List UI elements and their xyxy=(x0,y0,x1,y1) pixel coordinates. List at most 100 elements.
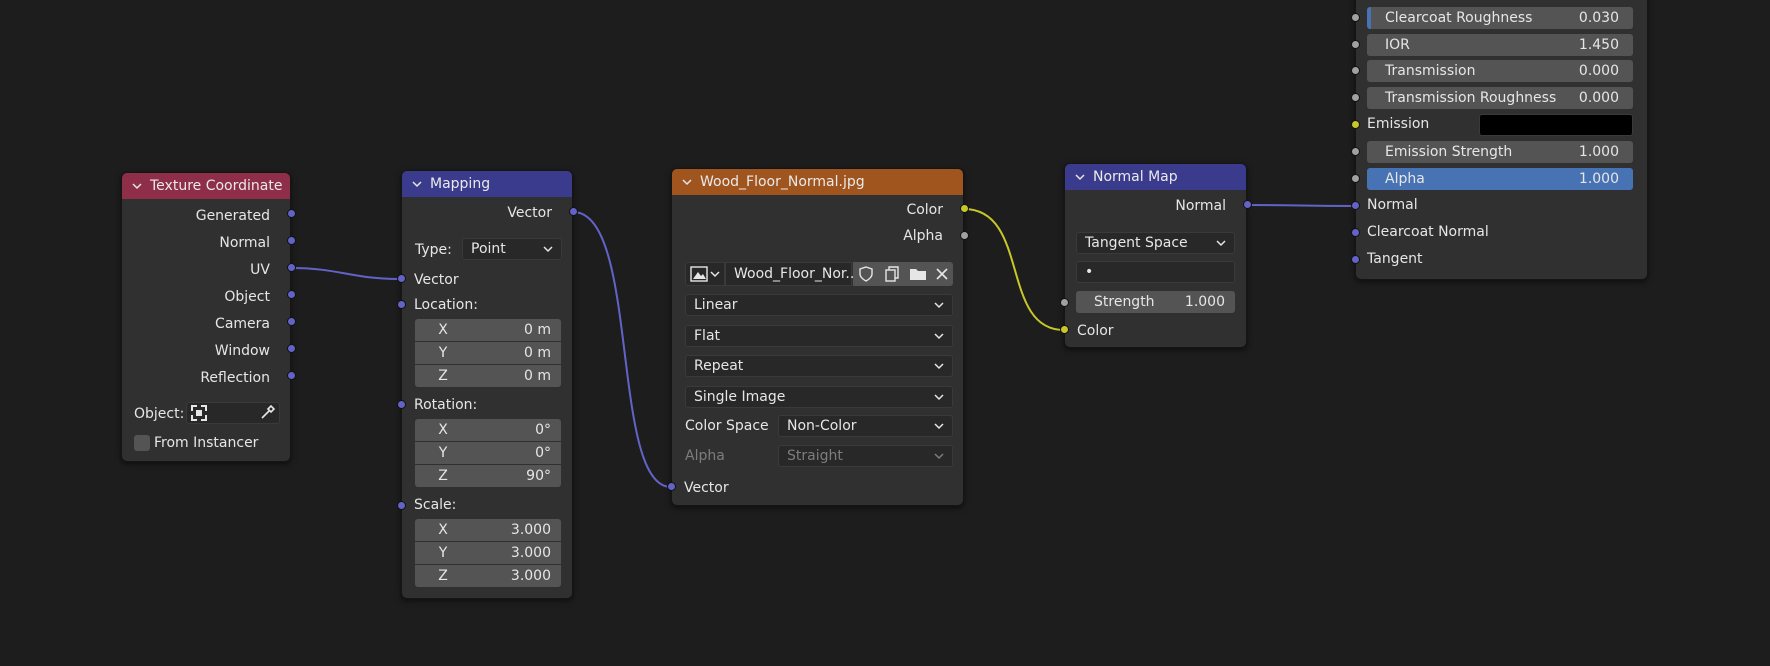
socket-label: Scale: xyxy=(414,497,457,513)
emission-strength-field[interactable]: Emission Strength 1.000 xyxy=(1367,141,1633,163)
socket-transmission-roughness[interactable] xyxy=(1351,93,1360,102)
location-y-field[interactable]: Y 0 m xyxy=(415,342,561,364)
socket-clearcoat-normal[interactable] xyxy=(1351,228,1360,237)
socket-reflection[interactable] xyxy=(287,371,296,380)
texture-coordinate-node[interactable]: Texture Coordinate Generated Normal UV O… xyxy=(121,172,291,462)
socket-scale[interactable] xyxy=(397,501,406,510)
mapping-node[interactable]: Mapping Vector Type: Point Vector Locati… xyxy=(401,170,573,599)
socket-alpha[interactable] xyxy=(1351,174,1360,183)
fake-user-button[interactable] xyxy=(853,262,879,286)
scale-z-field[interactable]: Z 3.000 xyxy=(415,565,561,587)
folder-icon xyxy=(910,269,926,280)
socket-normalmap-color[interactable] xyxy=(1060,325,1069,334)
object-picker[interactable] xyxy=(186,402,280,424)
socket-normal[interactable] xyxy=(287,236,296,245)
socket-uv[interactable] xyxy=(287,263,296,272)
chevron-down-icon[interactable] xyxy=(412,179,422,189)
scale-x-field[interactable]: X 3.000 xyxy=(415,519,561,541)
alpha-field[interactable]: Alpha 1.000 xyxy=(1367,168,1633,190)
transmission-field[interactable]: Transmission 0.000 xyxy=(1367,60,1633,82)
chevron-down-icon xyxy=(710,271,720,278)
axis-label: Z xyxy=(438,368,448,384)
scale-y-field[interactable]: Y 3.000 xyxy=(415,542,561,564)
image-name-field[interactable]: Wood_Floor_Nor... xyxy=(725,262,859,286)
open-image-button[interactable] xyxy=(905,262,931,286)
socket-label: Color xyxy=(906,202,943,218)
socket-camera[interactable] xyxy=(287,317,296,326)
chevron-down-icon[interactable] xyxy=(132,181,142,191)
image-name: Wood_Floor_Nor... xyxy=(734,266,859,282)
chevron-down-icon xyxy=(934,302,944,309)
socket-generated[interactable] xyxy=(287,209,296,218)
node-editor-canvas[interactable]: Texture Coordinate Generated Normal UV O… xyxy=(0,0,1770,666)
chevron-down-icon xyxy=(934,363,944,370)
shield-icon xyxy=(859,266,873,282)
strength-field[interactable]: Strength 1.000 xyxy=(1076,291,1235,313)
chevron-down-icon[interactable] xyxy=(682,177,692,187)
unlink-image-button[interactable] xyxy=(931,262,953,286)
space-dropdown[interactable]: Tangent Space xyxy=(1076,232,1235,254)
socket-mapping-input-vector[interactable] xyxy=(397,274,406,283)
interpolation-dropdown[interactable]: Linear xyxy=(685,294,953,316)
type-dropdown[interactable]: Point xyxy=(462,238,562,260)
socket-emission[interactable] xyxy=(1351,120,1360,129)
socket-clearcoat-roughness[interactable] xyxy=(1351,13,1360,22)
chevron-down-icon xyxy=(1216,240,1226,247)
output-generated: Generated xyxy=(196,206,270,226)
socket-image-color[interactable] xyxy=(960,204,969,213)
new-image-button[interactable] xyxy=(879,262,905,286)
link-uv-to-mapping-vector xyxy=(290,267,402,280)
rotation-y-field[interactable]: Y 0° xyxy=(415,442,561,464)
socket-transmission[interactable] xyxy=(1351,66,1360,75)
clearcoat-roughness-field[interactable]: Clearcoat Roughness 0.030 xyxy=(1367,7,1633,29)
image-texture-header[interactable]: Wood_Floor_Normal.jpg xyxy=(672,169,963,195)
source-dropdown[interactable]: Single Image xyxy=(685,386,953,408)
ior-field[interactable]: IOR 1.450 xyxy=(1367,34,1633,56)
extension-dropdown[interactable]: Repeat xyxy=(685,355,953,377)
socket-bsdf-normal[interactable] xyxy=(1351,201,1360,210)
socket-image-vector[interactable] xyxy=(667,482,676,491)
type-value: Point xyxy=(471,241,506,257)
socket-object[interactable] xyxy=(287,290,296,299)
output-camera: Camera xyxy=(215,314,270,334)
chevron-down-icon xyxy=(934,423,944,430)
output-object: Object xyxy=(224,287,270,307)
field-value: 0 m xyxy=(524,322,551,338)
image-texture-node[interactable]: Wood_Floor_Normal.jpg Color Alpha Wood_F… xyxy=(671,168,964,506)
socket-emission-strength[interactable] xyxy=(1351,147,1360,156)
socket-image-alpha[interactable] xyxy=(960,231,969,240)
field-value: 0.030 xyxy=(1578,10,1619,26)
chevron-down-icon[interactable] xyxy=(1075,172,1085,182)
mapping-header[interactable]: Mapping xyxy=(402,171,572,197)
eyedropper-icon[interactable] xyxy=(259,405,275,421)
socket-normalmap-output[interactable] xyxy=(1243,200,1252,209)
image-browse-button[interactable] xyxy=(685,262,725,286)
socket-window[interactable] xyxy=(287,344,296,353)
field-value: 0° xyxy=(535,422,551,438)
socket-location[interactable] xyxy=(397,300,406,309)
color-space-dropdown[interactable]: Non-Color xyxy=(778,415,953,437)
uv-map-field[interactable]: • xyxy=(1076,261,1235,283)
socket-mapping-output-vector[interactable] xyxy=(569,207,578,216)
rotation-x-field[interactable]: X 0° xyxy=(415,419,561,441)
field-value: 1.000 xyxy=(1578,171,1619,187)
location-x-field[interactable]: X 0 m xyxy=(415,319,561,341)
from-instancer-checkbox[interactable] xyxy=(134,435,150,451)
rotation-z-field[interactable]: Z 90° xyxy=(415,465,561,487)
field-value: 90° xyxy=(526,468,551,484)
projection-dropdown[interactable]: Flat xyxy=(685,325,953,347)
socket-strength[interactable] xyxy=(1060,298,1069,307)
emission-color-swatch[interactable] xyxy=(1479,114,1633,136)
normal-map-header[interactable]: Normal Map xyxy=(1065,164,1246,190)
normal-map-node[interactable]: Normal Map Normal Tangent Space • Streng… xyxy=(1064,163,1247,348)
location-z-field[interactable]: Z 0 m xyxy=(415,365,561,387)
texture-coordinate-header[interactable]: Texture Coordinate xyxy=(122,173,290,199)
transmission-roughness-field[interactable]: Transmission Roughness 0.000 xyxy=(1367,87,1633,109)
socket-label: Location: xyxy=(414,297,478,313)
socket-label: Rotation: xyxy=(414,397,478,413)
output-color: Color xyxy=(906,200,943,220)
emission-label: Emission xyxy=(1367,116,1430,132)
socket-tangent[interactable] xyxy=(1351,255,1360,264)
socket-rotation[interactable] xyxy=(397,400,406,409)
socket-ior[interactable] xyxy=(1351,40,1360,49)
